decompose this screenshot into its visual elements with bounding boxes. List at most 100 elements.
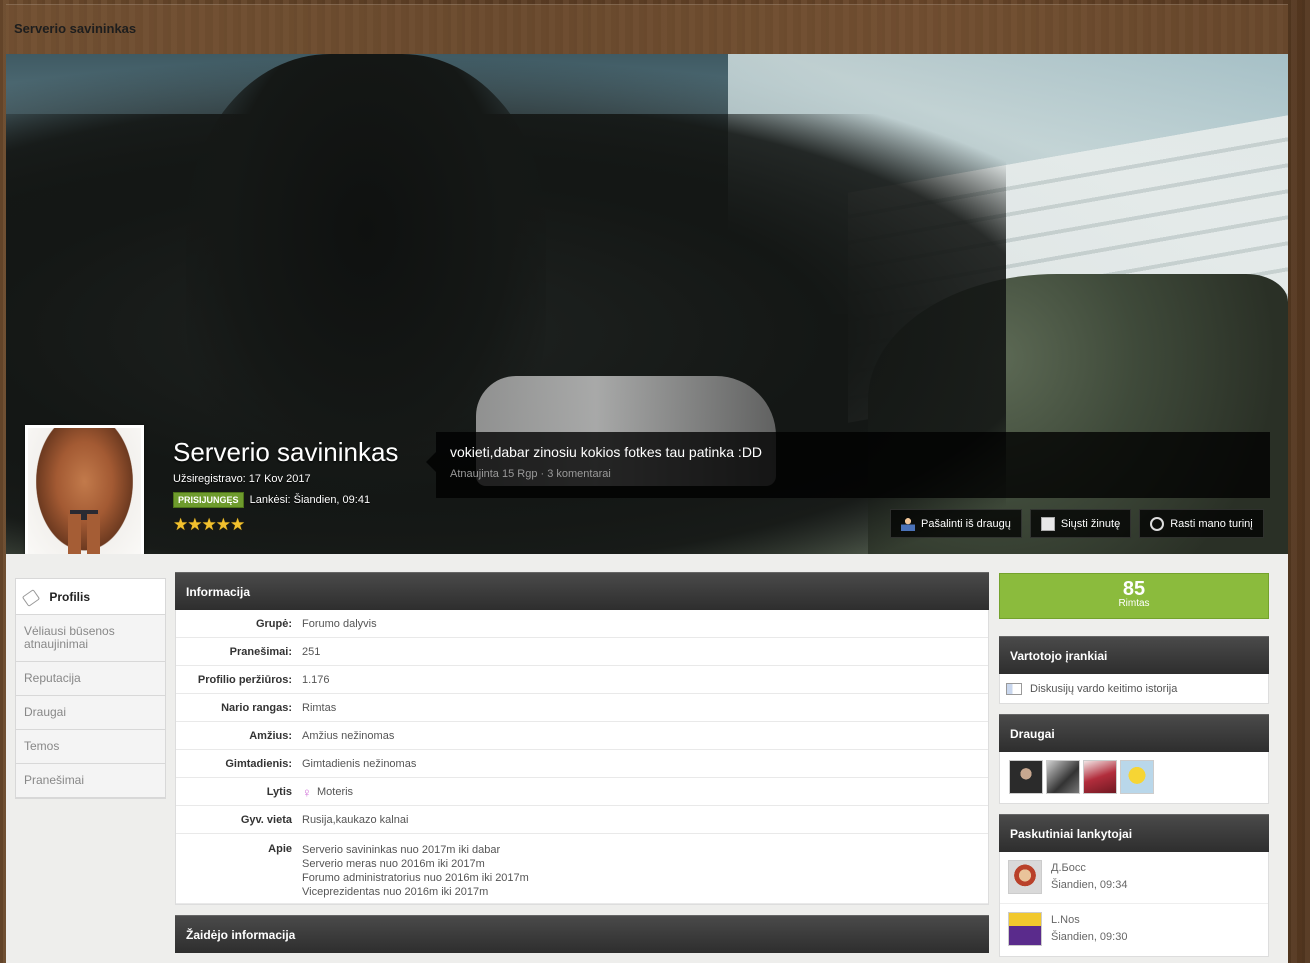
tag-icon — [21, 588, 41, 607]
sidebar-item-topics[interactable]: Temos — [16, 730, 165, 764]
visitor-avatar[interactable] — [1008, 912, 1042, 946]
info-row-posts: Pranešimai: 251 — [176, 638, 988, 666]
info-label: Pranešimai: — [229, 645, 292, 658]
visitor-time: Šiandien, 09:30 — [1051, 931, 1128, 943]
friend-avatar[interactable] — [1083, 760, 1117, 794]
page-title: Serverio savininkas — [14, 21, 137, 36]
info-value: Rimtas — [302, 701, 337, 714]
sidebar-item-label: Profilis — [49, 590, 91, 604]
info-value: Forumo dalyvis — [302, 617, 377, 630]
info-panel-title: Informacija — [175, 572, 989, 610]
id-card-icon — [1006, 682, 1022, 695]
visitor-item: Д.Босс Šiandien, 09:34 — [1000, 852, 1268, 904]
page-header: Serverio savininkas — [6, 4, 1288, 54]
game-info-title: Žaidėjo informacija — [175, 915, 989, 953]
sidebar-item-label: Vėliausi būsenos atnaujinimai — [24, 624, 115, 651]
info-label: Grupė: — [255, 617, 292, 630]
info-value: 251 — [302, 645, 321, 658]
info-label: Amžius: — [249, 729, 292, 742]
sidebar-item-profile[interactable]: Profilis — [16, 579, 165, 615]
status-text: vokieti,dabar zinosiu kokios fotkes tau … — [450, 444, 763, 460]
visitor-name[interactable]: Д.Босс — [1051, 860, 1127, 877]
avatar-image — [28, 428, 141, 562]
profile-content: Profilis Vėliausi būsenos atnaujinimai R… — [6, 554, 1288, 963]
about-line: Forumo administratorius nuo 2016m iki 20… — [302, 872, 529, 884]
reputation-box: 85 Rimtas — [999, 573, 1269, 619]
status-update[interactable]: vokieti,dabar zinosiu kokios fotkes tau … — [426, 432, 1270, 498]
visitor-name[interactable]: L.Nos — [1051, 912, 1127, 929]
find-content-label: Rasti mano turinį — [1170, 517, 1253, 530]
remove-friend-button[interactable]: Pašalinti iš draugų — [890, 509, 1022, 538]
about-line: Serverio meras nuo 2016m iki 2017m — [302, 858, 485, 870]
user-tools-widget: Vartotojo įrankiai Diskusijų vardo keiti… — [999, 636, 1269, 704]
info-value: 1.176 — [302, 673, 330, 686]
user-tools-body: Diskusijų vardo keitimo istorija — [999, 674, 1269, 704]
info-row-about: Apie Serverio savininkas nuo 2017m iki d… — [176, 834, 988, 904]
info-panel: Informacija Grupė: Forumo dalyvis Praneš… — [175, 572, 989, 953]
cover-buttons: Pašalinti iš draugų Siųsti žinutę Rasti … — [890, 509, 1264, 538]
online-row: PRISIJUNGĘS Lankėsi: Šiandien, 09:41 — [173, 492, 370, 508]
sidebar-item-label: Reputacija — [24, 671, 81, 685]
info-label: Gyv. vieta — [240, 813, 292, 826]
online-badge: PRISIJUNGĘS — [173, 492, 244, 508]
info-row-gender: Lytis ♀ Moteris — [176, 778, 988, 806]
visitors-widget: Paskutiniai lankytojai Д.Босс Šiandien, … — [999, 814, 1269, 957]
visitors-list: Д.Босс Šiandien, 09:34 L.Nos Šiandien, 0… — [999, 852, 1269, 957]
sidebar-item-label: Draugai — [24, 705, 67, 719]
info-label: Nario rangas: — [221, 701, 292, 714]
sidebar-item-status-updates[interactable]: Vėliausi būsenos atnaujinimai — [16, 615, 165, 662]
female-icon: ♀ — [302, 784, 312, 800]
name-history-link[interactable]: Diskusijų vardo keitimo istorija — [1000, 674, 1268, 703]
friend-avatar[interactable] — [1046, 760, 1080, 794]
info-label: Gimtadienis: — [225, 757, 292, 770]
rating-stars: ★★★★★ — [173, 515, 245, 534]
right-column: 85 Rimtas Vartotojo įrankiai Diskusijų v… — [999, 573, 1269, 957]
info-value: ♀ Moteris — [302, 784, 354, 800]
about-text: Serverio savininkas nuo 2017m iki dabar … — [302, 843, 529, 899]
find-content-button[interactable]: Rasti mano turinį — [1139, 509, 1264, 538]
sidebar-item-friends[interactable]: Draugai — [16, 696, 165, 730]
friends-list — [999, 752, 1269, 804]
about-line: Viceprezidentas nuo 2016m iki 2017m — [302, 886, 489, 898]
friend-avatar[interactable] — [1009, 760, 1043, 794]
search-icon — [1150, 516, 1165, 531]
reputation-value: 85 — [1122, 578, 1146, 600]
info-row-birthday: Gimtadienis: Gimtadienis nežinomas — [176, 750, 988, 778]
info-value: Rusija,kaukazo kalnai — [302, 813, 409, 826]
info-label: Lytis — [266, 785, 292, 798]
reputation-label: Rimtas — [1118, 598, 1150, 609]
send-message-label: Siųsti žinutę — [1060, 517, 1121, 530]
info-value: Gimtadienis nežinomas — [302, 757, 417, 770]
info-row-rank: Nario rangas: Rimtas — [176, 694, 988, 722]
info-value: Amžius nežinomas — [302, 729, 395, 742]
gender-value: Moteris — [317, 785, 354, 798]
user-remove-icon — [901, 516, 915, 531]
visitors-title: Paskutiniai lankytojai — [999, 814, 1269, 852]
profile-avatar[interactable] — [25, 425, 144, 565]
info-row-group: Grupė: Forumo dalyvis — [176, 610, 988, 638]
joined-date: Užsiregistravo: 17 Kov 2017 — [173, 473, 311, 485]
friends-widget: Draugai — [999, 714, 1269, 804]
sidebar-item-label: Temos — [24, 739, 60, 753]
info-label: Profilio peržiūros: — [197, 673, 292, 686]
visitor-avatar[interactable] — [1008, 860, 1042, 894]
visitor-time: Šiandien, 09:34 — [1051, 879, 1128, 891]
profile-name: Serverio savininkas — [173, 437, 399, 467]
info-label: Apie — [268, 843, 292, 855]
message-icon — [1040, 516, 1055, 531]
about-line: Serverio savininkas nuo 2017m iki dabar — [302, 844, 501, 856]
info-row-age: Amžius: Amžius nežinomas — [176, 722, 988, 750]
sidebar-item-posts[interactable]: Pranešimai — [16, 764, 165, 798]
friend-avatar[interactable] — [1120, 760, 1154, 794]
status-meta[interactable]: Atnaujinta 15 Rgp · 3 komentarai — [450, 468, 1256, 480]
info-row-profile-views: Profilio peržiūros: 1.176 — [176, 666, 988, 694]
profile-sidebar: Profilis Vėliausi būsenos atnaujinimai R… — [15, 578, 166, 799]
info-table: Grupė: Forumo dalyvis Pranešimai: 251 Pr… — [175, 610, 989, 905]
send-message-button[interactable]: Siųsti žinutę — [1029, 509, 1132, 538]
info-row-location: Gyv. vieta Rusija,kaukazo kalnai — [176, 806, 988, 834]
sidebar-item-reputation[interactable]: Reputacija — [16, 662, 165, 696]
visitor-item: L.Nos Šiandien, 09:30 — [1000, 904, 1268, 956]
last-visit: Lankėsi: Šiandien, 09:41 — [249, 493, 371, 506]
friends-title: Draugai — [999, 714, 1269, 752]
user-tools-title: Vartotojo įrankiai — [999, 636, 1269, 674]
